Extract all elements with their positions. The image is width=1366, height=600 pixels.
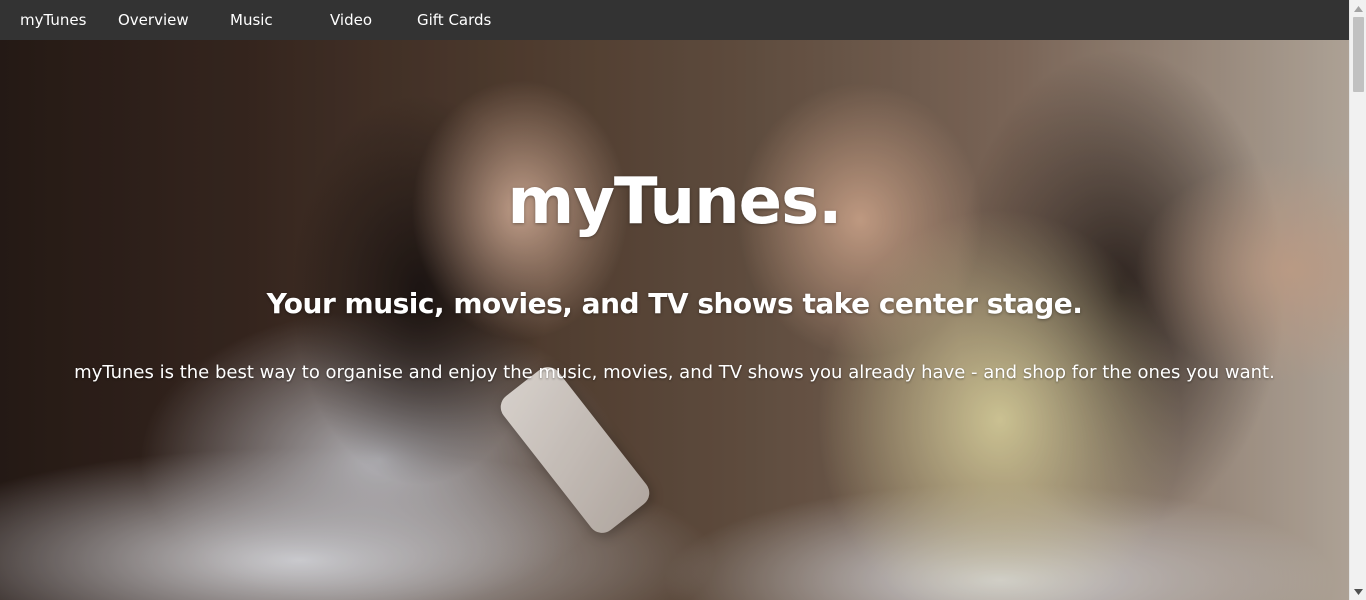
nav-item-video[interactable]: Video [330, 0, 372, 40]
hero-subtitle: Your music, movies, and TV shows take ce… [266, 287, 1083, 320]
nav-brand-link[interactable]: myTunes [20, 0, 86, 40]
top-navbar: myTunes Overview Music Video Gift Cards [0, 0, 1349, 40]
nav-item-overview[interactable]: Overview [118, 0, 189, 40]
nav-item-gift-cards[interactable]: Gift Cards [417, 0, 491, 40]
nav-item-music[interactable]: Music [230, 0, 273, 40]
scroll-up-arrow-icon[interactable] [1350, 0, 1366, 17]
hero-title: myTunes. [507, 165, 843, 239]
hero-description: myTunes is the best way to organise and … [74, 362, 1275, 383]
scrollbar-thumb[interactable] [1353, 17, 1364, 92]
hero-section: myTunes. Your music, movies, and TV show… [0, 40, 1349, 600]
vertical-scrollbar[interactable] [1349, 0, 1366, 600]
scroll-down-arrow-icon[interactable] [1350, 583, 1366, 600]
hero-overlay [0, 40, 1349, 600]
